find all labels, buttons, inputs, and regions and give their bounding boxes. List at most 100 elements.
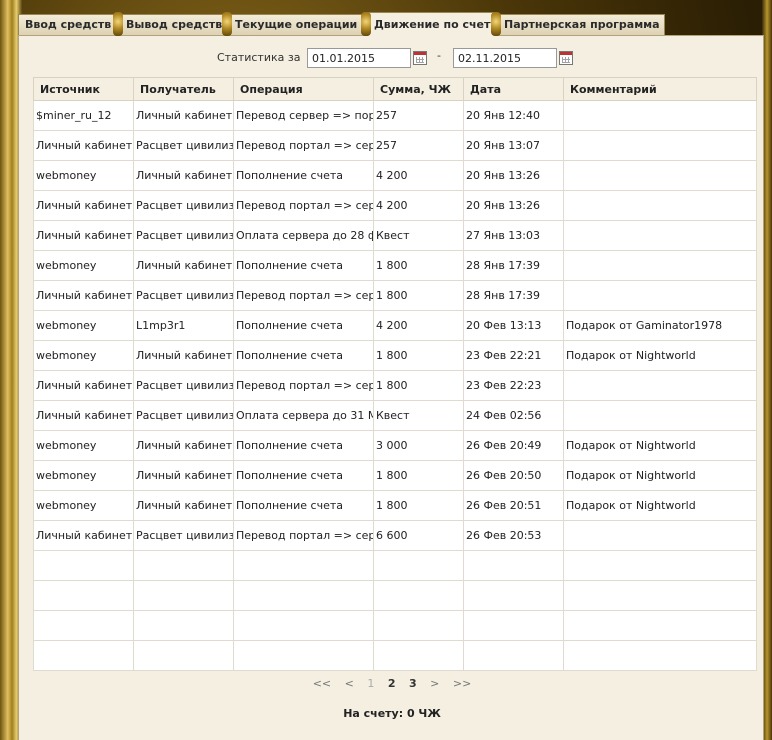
- cell-date: 23 Фев 22:23: [463, 370, 564, 401]
- cell-date: 27 Янв 13:03: [463, 220, 564, 251]
- cell-comment: [563, 130, 757, 161]
- cell-recipient: Личный кабинет: [133, 160, 234, 191]
- cell-source: webmoney: [33, 250, 134, 281]
- cell-source: Личный кабинет: [33, 190, 134, 221]
- cell-comment: Подарок от Nightworld: [563, 340, 757, 371]
- tab-ornament: [113, 12, 123, 36]
- table-row: $miner_ru_12 Личный кабинет Перевод сервер…: [33, 100, 757, 131]
- tab-withdraw[interactable]: Вывод средств: [119, 14, 227, 35]
- table-row: webmoney L1mp3r1 Пополнение счета 4 200 20 Ф…: [33, 310, 757, 341]
- column-header-date[interactable]: Дата: [463, 77, 564, 101]
- cell-recipient: [133, 610, 234, 641]
- cell-recipient: Расцвет цивилиз: [133, 400, 234, 431]
- tab-account-movement[interactable]: Движение по счету: [367, 12, 498, 36]
- cell-recipient: Расцвет цивилиз: [133, 370, 234, 401]
- cell-amount: 3 000: [373, 430, 464, 461]
- cell-amount: [373, 580, 464, 611]
- cell-date: [463, 610, 564, 641]
- cell-operation: [233, 580, 374, 611]
- cell-amount: Квест: [373, 220, 464, 251]
- tab-partner-program[interactable]: Партнерская программа: [497, 14, 665, 35]
- page-last-button[interactable]: >>: [453, 677, 471, 690]
- table-row: webmoney Личный кабинет Пополнение счета 1 …: [33, 490, 757, 521]
- cell-comment: [563, 580, 757, 611]
- tab-deposit[interactable]: Ввод средств: [18, 14, 118, 35]
- cell-amount: Квест: [373, 400, 464, 431]
- cell-recipient: Личный кабинет: [133, 250, 234, 281]
- column-header-operation[interactable]: Операция: [233, 77, 374, 101]
- column-header-recipient[interactable]: Получатель: [133, 77, 234, 101]
- cell-operation: [233, 640, 374, 671]
- date-from-input[interactable]: [307, 48, 411, 68]
- cell-recipient: Расцвет цивилиз: [133, 520, 234, 551]
- cell-amount: 1 800: [373, 340, 464, 371]
- page-first-button[interactable]: <<: [313, 677, 331, 690]
- page-3-link[interactable]: 3: [409, 677, 417, 690]
- cell-operation: Оплата сервера до 31 М: [233, 400, 374, 431]
- cell-operation: [233, 550, 374, 581]
- cell-comment: Подарок от Nightworld: [563, 490, 757, 521]
- calendar-icon[interactable]: [559, 51, 573, 65]
- page-2-link[interactable]: 2: [388, 677, 396, 690]
- cell-comment: [563, 250, 757, 281]
- cell-recipient: Личный кабинет: [133, 490, 234, 521]
- page-prev-button[interactable]: <: [345, 677, 354, 690]
- pagination: << < 1 2 3 > >>: [19, 677, 765, 690]
- cell-amount: [373, 610, 464, 641]
- table-row: Личный кабинет Расцвет цивилиз Перевод пор…: [33, 520, 757, 551]
- cell-operation: Перевод сервер => пор: [233, 100, 374, 131]
- cell-recipient: L1mp3r1: [133, 310, 234, 341]
- cell-source: Личный кабинет: [33, 400, 134, 431]
- cell-source: [33, 610, 134, 641]
- cell-amount: 1 800: [373, 490, 464, 521]
- table-row: Личный кабинет Расцвет цивилиз Оплата серв…: [33, 220, 757, 251]
- calendar-icon[interactable]: [413, 51, 427, 65]
- cell-amount: 257: [373, 130, 464, 161]
- cell-operation: Перевод портал => сер: [233, 190, 374, 221]
- cell-source: $miner_ru_12: [33, 100, 134, 131]
- cell-source: webmoney: [33, 160, 134, 191]
- cell-operation: Перевод портал => сер: [233, 370, 374, 401]
- page-next-button[interactable]: >: [430, 677, 439, 690]
- cell-comment: [563, 520, 757, 551]
- cell-source: [33, 580, 134, 611]
- cell-comment: Подарок от Gaminator1978: [563, 310, 757, 341]
- table-header-row: Источник Получатель Операция Сумма, ЧЖ Д…: [33, 77, 757, 101]
- column-header-amount[interactable]: Сумма, ЧЖ: [373, 77, 464, 101]
- cell-date: 26 Фев 20:49: [463, 430, 564, 461]
- cell-comment: [563, 370, 757, 401]
- date-separator: -: [437, 49, 441, 62]
- date-to-input[interactable]: [453, 48, 557, 68]
- cell-date: 20 Янв 13:26: [463, 190, 564, 221]
- cell-date: [463, 580, 564, 611]
- cell-date: 20 Янв 13:07: [463, 130, 564, 161]
- table-row: webmoney Личный кабинет Пополнение счета 1 …: [33, 460, 757, 491]
- table-row: Личный кабинет Расцвет цивилиз Перевод пор…: [33, 130, 757, 161]
- cell-comment: [563, 280, 757, 311]
- cell-amount: 1 800: [373, 250, 464, 281]
- column-header-source[interactable]: Источник: [33, 77, 134, 101]
- tab-bar: Ввод средств Вывод средств Текущие опера…: [18, 12, 772, 36]
- cell-recipient: [133, 640, 234, 671]
- cell-recipient: Личный кабинет: [133, 430, 234, 461]
- table-row: [33, 550, 757, 581]
- cell-amount: 1 800: [373, 460, 464, 491]
- cell-date: [463, 550, 564, 581]
- cell-date: 20 Янв 13:26: [463, 160, 564, 191]
- tab-ornament: [222, 12, 232, 36]
- cell-recipient: Расцвет цивилиз: [133, 280, 234, 311]
- cell-comment: [563, 640, 757, 671]
- cell-date: 24 Фев 02:56: [463, 400, 564, 431]
- cell-date: 20 Янв 12:40: [463, 100, 564, 131]
- cell-source: webmoney: [33, 460, 134, 491]
- cell-date: 20 Фев 13:13: [463, 310, 564, 341]
- tab-current-operations[interactable]: Текущие операции: [228, 14, 366, 35]
- column-header-comment[interactable]: Комментарий: [563, 77, 757, 101]
- cell-operation: Пополнение счета: [233, 430, 374, 461]
- cell-amount: [373, 640, 464, 671]
- tab-ornament: [361, 12, 371, 36]
- cell-operation: Оплата сервера до 28 ф: [233, 220, 374, 251]
- cell-amount: 4 200: [373, 160, 464, 191]
- date-filter: Статистика за -: [19, 48, 765, 70]
- table-row: webmoney Личный кабинет Пополнение счета 4 …: [33, 160, 757, 191]
